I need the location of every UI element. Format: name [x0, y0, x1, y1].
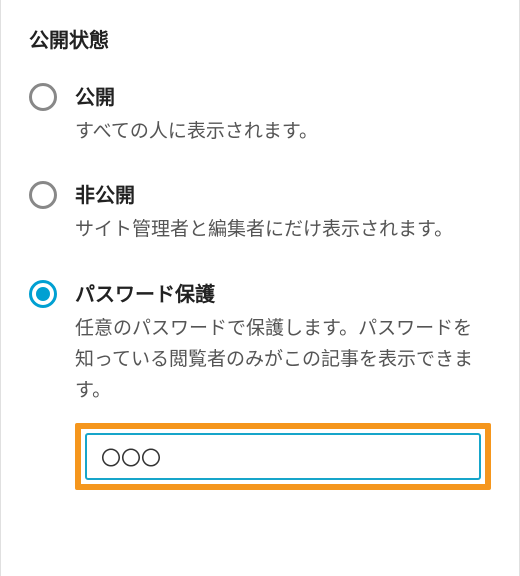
option-password-content: パスワード保護 任意のパスワードで保護します。パスワードを知っている閲覧者のみが… — [75, 278, 491, 490]
option-password[interactable]: パスワード保護 任意のパスワードで保護します。パスワードを知っている閲覧者のみが… — [29, 278, 491, 490]
section-title: 公開状態 — [29, 24, 491, 53]
visibility-section: 公開状態 公開 すべての人に表示されます。 非公開 サイト管理者と編集者にだけ表… — [29, 24, 491, 490]
option-private-description: サイト管理者と編集者にだけ表示されます。 — [75, 214, 491, 245]
option-private[interactable]: 非公開 サイト管理者と編集者にだけ表示されます。 — [29, 179, 491, 245]
option-password-description: 任意のパスワードで保護します。パスワードを知っている閲覧者のみがこの記事を表示で… — [75, 313, 491, 407]
visibility-radio-group: 公開 すべての人に表示されます。 非公開 サイト管理者と編集者にだけ表示されます… — [29, 81, 491, 490]
password-input[interactable] — [85, 433, 481, 480]
option-private-content: 非公開 サイト管理者と編集者にだけ表示されます。 — [75, 179, 491, 245]
radio-private[interactable] — [29, 181, 57, 209]
option-public-description: すべての人に表示されます。 — [75, 116, 491, 147]
option-public[interactable]: 公開 すべての人に表示されます。 — [29, 81, 491, 147]
option-password-title: パスワード保護 — [75, 278, 491, 307]
option-public-title: 公開 — [75, 81, 491, 110]
password-field-highlight — [75, 423, 491, 490]
radio-public[interactable] — [29, 83, 57, 111]
radio-password[interactable] — [29, 280, 57, 308]
option-public-content: 公開 すべての人に表示されます。 — [75, 81, 491, 147]
option-private-title: 非公開 — [75, 179, 491, 208]
